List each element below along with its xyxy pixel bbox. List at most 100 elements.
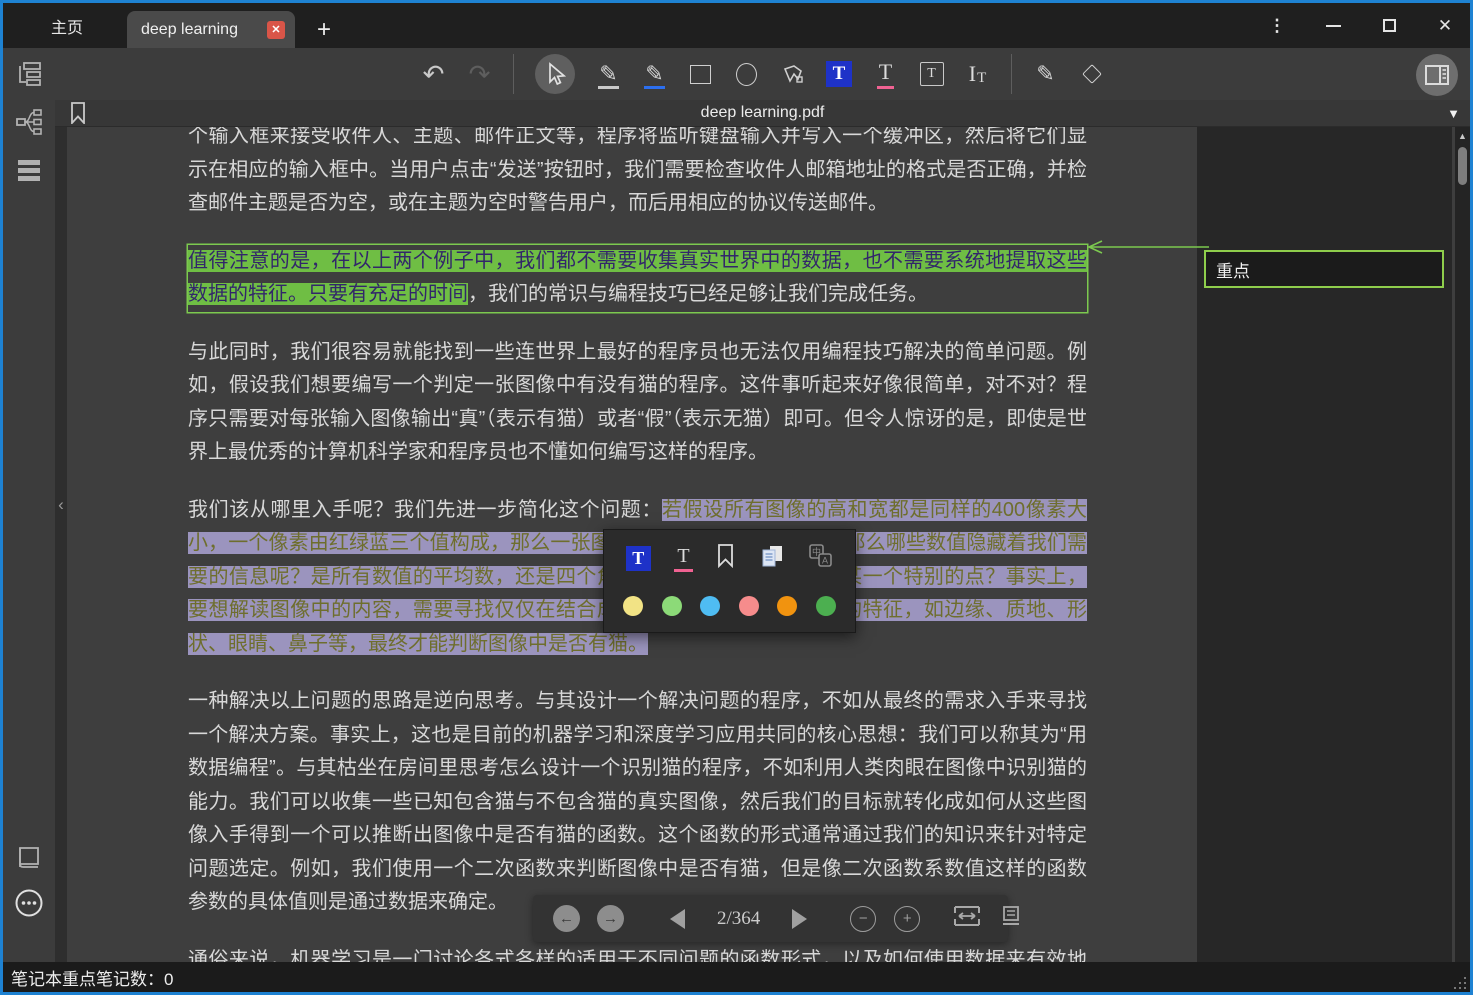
list-icon (16, 158, 42, 182)
zoom-out-button[interactable]: − (850, 906, 876, 932)
redo-button[interactable]: ↷ (467, 54, 492, 94)
orange-color-dot[interactable] (777, 596, 797, 616)
notebook-button[interactable] (3, 844, 55, 872)
history-forward-button[interactable]: → (597, 905, 624, 932)
light-green-color-dot[interactable] (662, 596, 682, 616)
rectangle-icon (690, 65, 711, 84)
home-tab[interactable]: 主页 (33, 3, 101, 48)
polygon-icon (781, 62, 805, 86)
selected-paragraph: 值得注意的是，在以上两个例子中，我们都不需要收集真实世界中的数据，也不需要系统地… (188, 245, 1087, 312)
popup-translate-icon[interactable]: 中 A (808, 543, 833, 573)
mindmap-icon (15, 108, 43, 136)
text-highlight-icon: T (826, 61, 852, 87)
ellipse-tool-button[interactable] (734, 54, 759, 94)
zoom-in-button[interactable]: + (894, 906, 920, 932)
tab-close-icon[interactable]: ✕ (267, 21, 285, 39)
panel-toggle-button[interactable] (1416, 54, 1458, 96)
ellipse-icon (736, 63, 757, 86)
note-box[interactable]: 重点 (1204, 250, 1444, 288)
svg-text:A: A (822, 556, 828, 566)
paragraph: 通俗来说，机器学习是一门讨论各式各样的适用于不同问题的函数形式，以及如何使用数据… (188, 944, 1087, 963)
maximize-button[interactable] (1374, 11, 1404, 41)
pen-tool-button[interactable]: ✎ (596, 54, 621, 94)
resize-grip[interactable] (1452, 975, 1466, 989)
more-options-button[interactable] (3, 888, 55, 918)
rectangle-tool-button[interactable] (688, 54, 713, 94)
highlighter-icon: ✎ (645, 61, 663, 87)
highlighter-color-bar (644, 86, 665, 89)
minimize-icon (1326, 25, 1341, 27)
document-title-strip: deep learning.pdf ▼ (55, 100, 1470, 127)
annotation-panel: 重点 (1197, 127, 1452, 962)
fit-page-icon (1001, 905, 1021, 927)
text-run: 我们该从哪里入手呢？我们先进一步简化这个问题： (188, 499, 662, 521)
pen-color-bar (598, 86, 619, 89)
annotation-popup: T T 中 (603, 529, 856, 633)
yellow-color-dot[interactable] (623, 596, 643, 616)
fit-page-button[interactable] (1001, 905, 1021, 932)
redo-icon: ↷ (469, 61, 491, 87)
page-navigation-toolbar: ← → 2/364 − + (533, 895, 1008, 942)
close-button[interactable]: ✕ (1430, 11, 1460, 41)
status-bar: 笔记本重点笔记数：0 (3, 962, 1470, 992)
popup-text-highlight-icon[interactable]: T (626, 546, 651, 571)
highlighter-tool-button[interactable]: ✎ (642, 54, 667, 94)
notes-list-panel-button[interactable] (3, 158, 55, 182)
text-insert-tool-button[interactable]: IT (965, 54, 990, 94)
previous-page-button[interactable] (670, 909, 685, 929)
pink-color-dot[interactable] (739, 596, 759, 616)
left-sidebar (3, 48, 55, 962)
cursor-icon (544, 62, 566, 86)
note-label: 重点 (1216, 257, 1250, 282)
undo-button[interactable]: ↶ (421, 54, 446, 94)
chevron-down-icon[interactable]: ▼ (1447, 106, 1460, 121)
paragraph: 一种解决以上问题的思路是逆向思考。与其设计一个解决问题的程序，不如从最终的需求入… (188, 685, 1087, 920)
text-run: ，我们的常识与编程技巧已经足够让我们完成任务。 (468, 283, 928, 305)
mindmap-panel-button[interactable] (3, 108, 55, 136)
panel-layout-icon (1425, 65, 1449, 85)
text-run: 通俗来说，机器学习是一门讨论各式各样的适用于不同问题的函数形式，以及如何使用数据… (188, 949, 1087, 963)
collapse-panel-icon[interactable]: ‹ (55, 495, 67, 515)
text-highlight-tool-button[interactable]: T (826, 54, 852, 94)
page-indicator[interactable]: 2/364 (717, 908, 760, 930)
paragraph: 个输入框来接受收件人、主题、邮件正文等，程序将监听键盘输入并写入一个缓冲区，然后… (188, 127, 1087, 221)
fit-width-button[interactable] (953, 905, 981, 932)
annotation-toolbar: ↶ ↷ ✎ ✎ (3, 48, 1470, 100)
text-run: 个输入框来接受收件人、主题、邮件正文等，程序将监听键盘输入并写入一个缓冲区，然后… (188, 127, 1087, 214)
document-title: deep learning.pdf (55, 104, 1470, 122)
text-run: 一种解决以上问题的思路是逆向思考。与其设计一个解决问题的程序，不如从最终的需求入… (188, 690, 1087, 913)
popup-copy-icon[interactable] (759, 543, 785, 574)
vertical-scrollbar[interactable]: ▲ (1455, 127, 1470, 962)
popup-tool-row: T T 中 (604, 538, 855, 578)
note-count-status: 笔记本重点笔记数：0 (3, 965, 173, 990)
menu-icon[interactable]: ⋮ (1262, 11, 1292, 41)
ink-sign-tool-button[interactable]: ✎ (1033, 54, 1058, 94)
new-tab-button[interactable]: + (309, 11, 339, 48)
book-icon (15, 844, 43, 872)
document-tab-label: deep learning (141, 21, 259, 39)
scroll-up-icon[interactable]: ▲ (1455, 131, 1470, 141)
scrollbar-thumb[interactable] (1458, 147, 1467, 185)
text-underline-icon: T (877, 59, 894, 89)
popup-bookmark-icon[interactable] (716, 543, 735, 573)
text-run: 与此同时，我们很容易就能找到一些连世界上最好的程序员也无法仅用编程技巧解决的简单… (188, 341, 1087, 464)
polygon-tool-button[interactable] (780, 54, 805, 94)
outline-tree-icon (15, 60, 43, 88)
more-dots-icon (14, 888, 44, 918)
green-color-dot[interactable] (816, 596, 836, 616)
minimize-button[interactable] (1318, 11, 1348, 41)
paragraph: 与此同时，我们很容易就能找到一些连世界上最好的程序员也无法仅用编程技巧解决的简单… (188, 336, 1087, 470)
text-underline-tool-button[interactable]: T (873, 54, 898, 94)
next-page-button[interactable] (792, 909, 807, 929)
select-tool-button[interactable] (535, 54, 575, 94)
text-box-tool-button[interactable]: T (919, 54, 944, 94)
blue-color-dot[interactable] (700, 596, 720, 616)
eraser-icon (1082, 64, 1102, 84)
document-tab[interactable]: deep learning ✕ (127, 11, 295, 48)
outline-panel-button[interactable] (3, 60, 55, 88)
maximize-icon (1383, 19, 1396, 32)
toolbar-separator (1011, 54, 1012, 94)
eraser-tool-button[interactable] (1079, 54, 1104, 94)
popup-text-underline-icon[interactable]: T (674, 545, 692, 572)
history-back-button[interactable]: ← (553, 905, 580, 932)
